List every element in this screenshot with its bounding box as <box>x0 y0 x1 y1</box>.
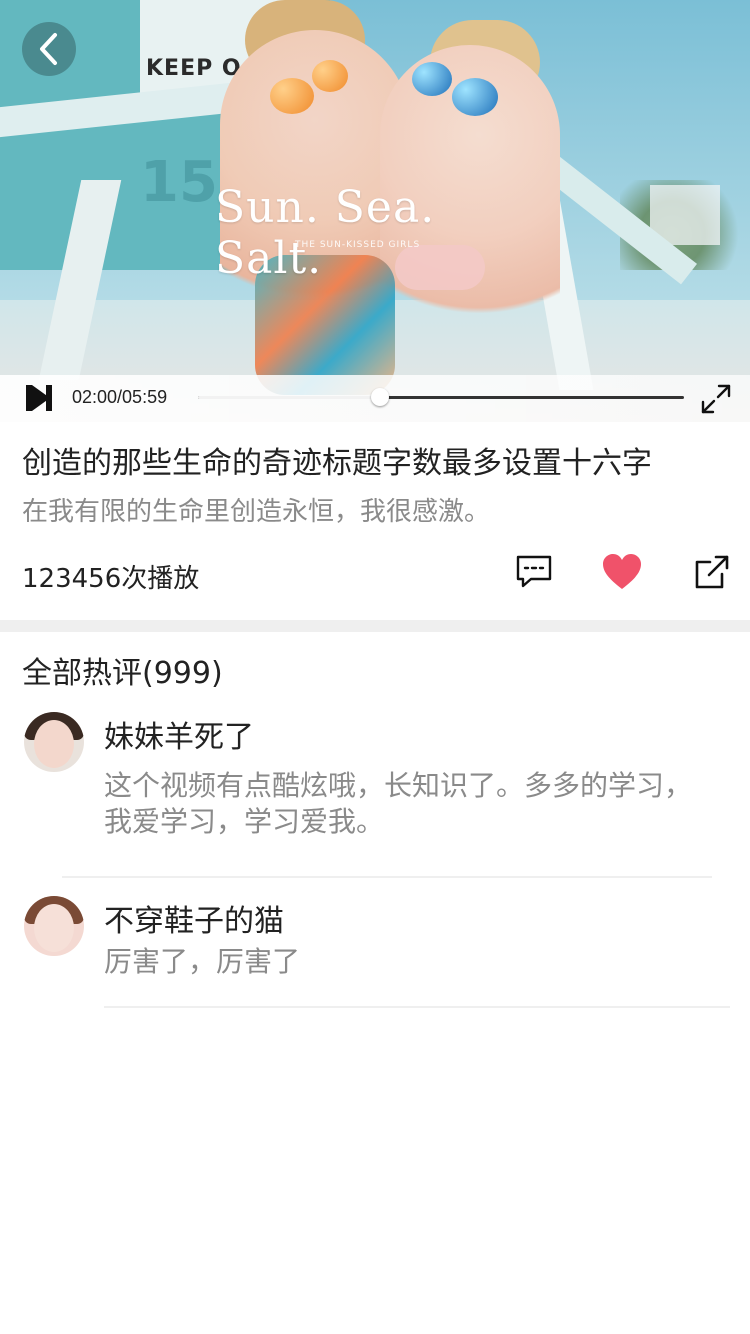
comment-divider <box>104 1006 730 1008</box>
playback-time: 02:00/05:59 <box>72 387 168 407</box>
comment-author[interactable]: 妹妹羊死了 <box>104 708 728 758</box>
play-pause-icon[interactable] <box>24 383 54 413</box>
progress-played <box>198 396 381 399</box>
expand-icon[interactable] <box>700 383 732 415</box>
section-divider <box>0 620 750 632</box>
comments-header: 全部热评(999) <box>22 656 223 691</box>
progress-thumb[interactable] <box>371 388 390 406</box>
video-overlay-subtitle: THE SUN-KISSED GIRLS <box>295 240 421 250</box>
video-player[interactable]: KEEP O 150 Sun. Sea. Salt. THE SUN-KISSE… <box>0 0 750 422</box>
sunglasses-lens-image <box>270 78 314 114</box>
progress-bar[interactable] <box>198 388 684 406</box>
avatar[interactable] <box>24 896 84 956</box>
video-stats-row: 123456次播放 <box>22 552 729 596</box>
share-icon <box>694 554 730 594</box>
video-controls-bar: 02:00/05:59 <box>0 375 750 422</box>
comment-divider <box>62 876 712 878</box>
comment-text: 厉害了，厉害了 <box>104 945 301 978</box>
share-button[interactable] <box>690 552 734 596</box>
play-count: 123456次播放 <box>22 564 200 594</box>
heart-icon <box>601 553 643 595</box>
video-overlay-title: Sun. Sea. Salt. <box>215 182 436 284</box>
sunglasses-lens-image <box>312 60 348 92</box>
video-title: 创造的那些生命的奇迹标题字数最多设置十六字 <box>22 446 652 481</box>
video-subtitle: 在我有限的生命里创造永恒，我很感激。 <box>22 497 491 527</box>
comment-icon <box>515 554 553 594</box>
comment-button[interactable] <box>512 552 556 596</box>
tower-sign-text: KEEP O <box>146 56 242 81</box>
chevron-left-icon <box>37 32 61 66</box>
avatar[interactable] <box>24 712 84 772</box>
comment-author[interactable]: 不穿鞋子的猫 <box>104 892 728 942</box>
comment-item: 妹妹羊死了 这个视频有点酷炫哦，长知识了。多多的学习，我爱学习，学习爱我。 <box>22 708 728 840</box>
sunglasses-lens-image <box>452 78 498 116</box>
comments-section: 全部热评(999) 妹妹羊死了 这个视频有点酷炫哦，长知识了。多多的学习，我爱学… <box>0 632 750 1008</box>
sunglasses-lens-image <box>412 62 452 96</box>
comment-item: 不穿鞋子的猫 厉害了，厉害了 <box>22 892 728 980</box>
back-button[interactable] <box>22 22 76 76</box>
like-button[interactable] <box>600 552 644 596</box>
video-info-section: 创造的那些生命的奇迹标题字数最多设置十六字 在我有限的生命里创造永恒，我很感激。… <box>0 422 750 620</box>
comment-text: 这个视频有点酷炫哦，长知识了。多多的学习，我爱学习，学习爱我。 <box>104 769 693 838</box>
